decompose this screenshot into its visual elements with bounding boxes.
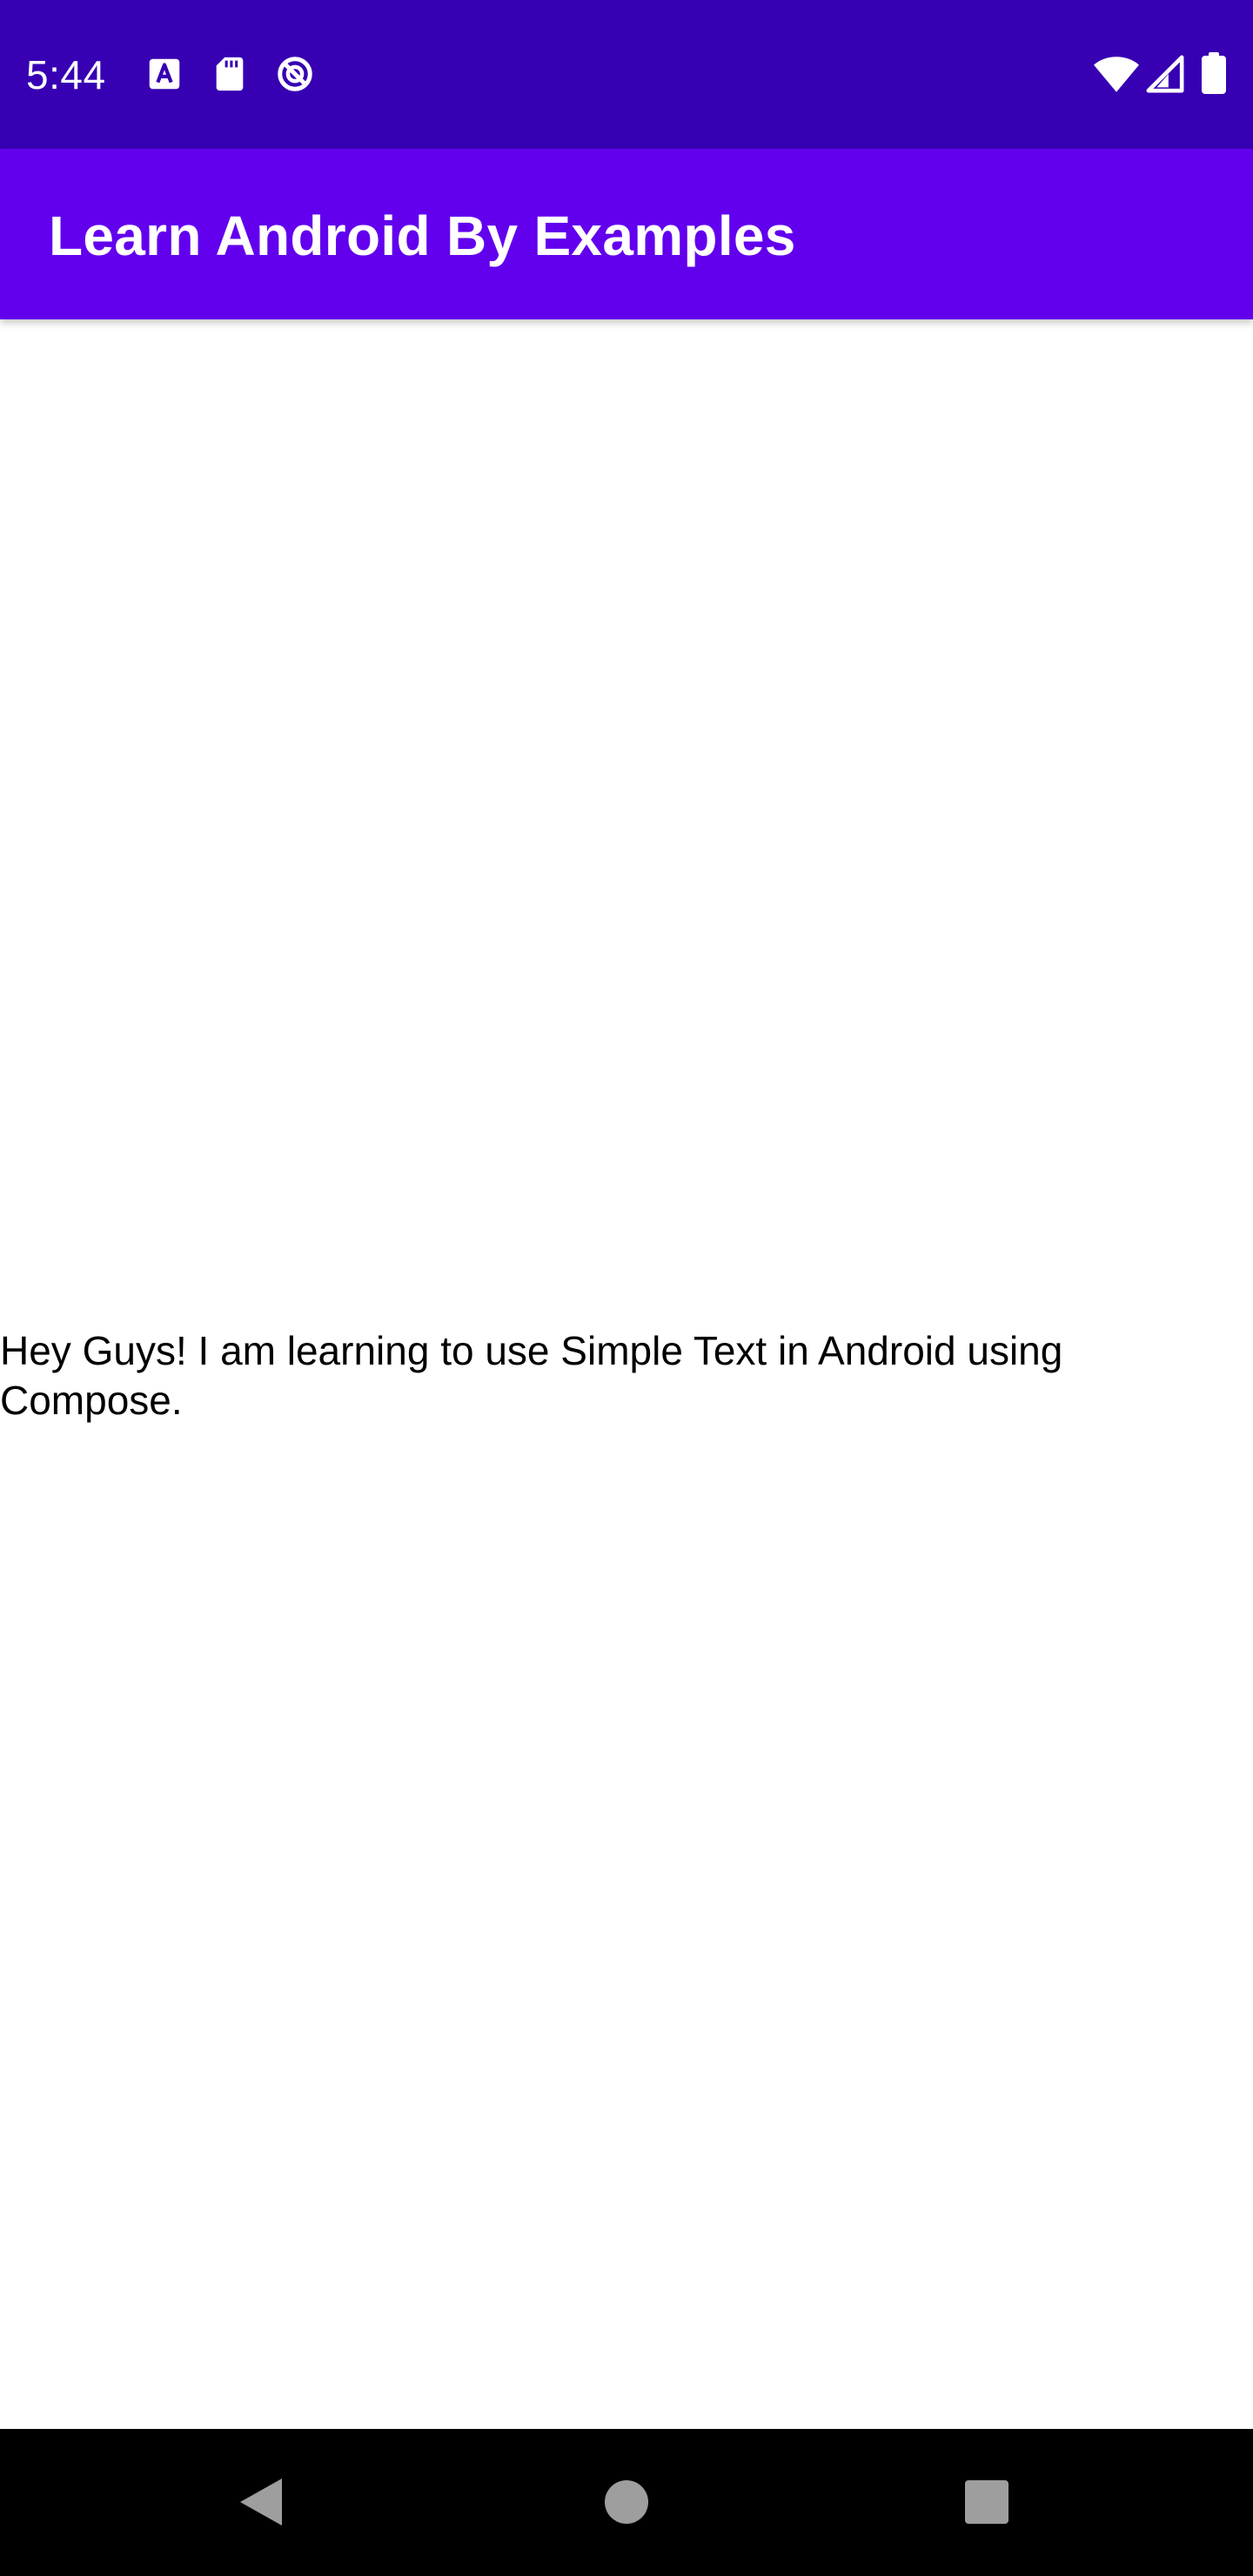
home-icon bbox=[604, 2479, 649, 2525]
back-button[interactable] bbox=[224, 2465, 298, 2539]
home-button[interactable] bbox=[590, 2465, 663, 2539]
simple-text: Hey Guys! I am learning to use Simple Te… bbox=[0, 1328, 1063, 1423]
data-saver-icon bbox=[275, 54, 315, 94]
battery-icon bbox=[1201, 52, 1227, 94]
back-icon bbox=[237, 2475, 285, 2529]
recents-button[interactable] bbox=[950, 2465, 1023, 2539]
status-bar: 5:44 bbox=[0, 0, 1253, 149]
navigation-bar bbox=[0, 2429, 1253, 2576]
status-time: 5:44 bbox=[26, 52, 106, 97]
sd-card-icon bbox=[210, 54, 250, 94]
top-app-bar: Learn Android By Examples bbox=[0, 149, 1253, 319]
app-title: Learn Android By Examples bbox=[49, 205, 796, 267]
main-content: Hey Guys! I am learning to use Simple Te… bbox=[0, 319, 1253, 2429]
app-screen: 5:44 Learn Android By Examples Hey Guys!… bbox=[0, 0, 1253, 2576]
wifi-icon bbox=[1093, 54, 1140, 94]
text-a-icon bbox=[144, 54, 184, 94]
cell-signal-icon bbox=[1145, 54, 1185, 94]
recents-icon bbox=[964, 2479, 1009, 2525]
